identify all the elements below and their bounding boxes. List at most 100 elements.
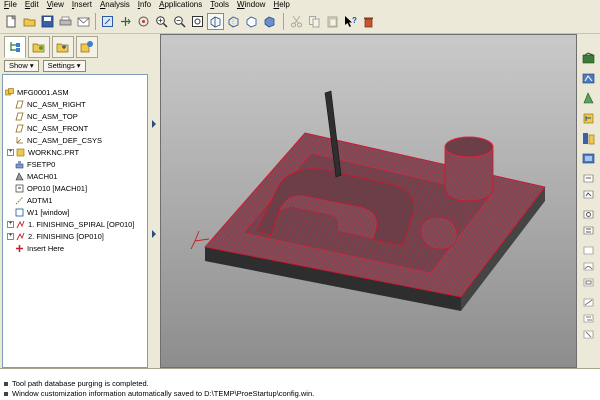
sequence-info-icon[interactable]	[580, 222, 597, 239]
orient-icon[interactable]	[135, 13, 152, 30]
wireframe-icon[interactable]	[207, 13, 224, 30]
menu-tools[interactable]: Tools	[206, 0, 233, 10]
mfg-setup-icon[interactable]	[580, 70, 597, 87]
datum-plane-icon	[15, 124, 24, 133]
trim-icon[interactable]	[580, 326, 597, 343]
material-removal-icon[interactable]	[580, 206, 597, 223]
mill-window-icon[interactable]	[580, 274, 597, 291]
new-file-icon[interactable]	[3, 13, 20, 30]
status-message-text: Tool path database purging is completed.	[12, 379, 149, 388]
tree-item-fixture[interactable]: FSETP0	[15, 159, 55, 170]
tree-item-label: OP010 [MACH01]	[27, 184, 88, 193]
whats-this-icon[interactable]: ?	[342, 13, 359, 30]
tree-item-datum-plane[interactable]: NC_ASM_FRONT	[15, 123, 88, 134]
menu-edit[interactable]: Edit	[21, 0, 43, 10]
menu-info[interactable]: Info	[134, 0, 155, 10]
tree-item-machine[interactable]: MACH01	[15, 171, 57, 182]
model-tree-icon[interactable]	[4, 36, 26, 58]
offset-icon[interactable]	[580, 310, 597, 327]
expand-toggle[interactable]: +	[7, 233, 14, 240]
menu-bar: File Edit View Insert Analysis Info Appl…	[0, 0, 600, 10]
side-bump	[420, 216, 458, 250]
menu-analysis[interactable]: Analysis	[96, 0, 134, 10]
menu-applications[interactable]: Applications	[155, 0, 206, 10]
tree-item-csys[interactable]: NC_ASM_DEF_CSYS	[15, 135, 102, 146]
status-message: Tool path database purging is completed.	[4, 379, 596, 389]
navigator-splitter[interactable]	[148, 36, 160, 368]
insert-here-icon	[15, 244, 24, 253]
mill-volume-icon[interactable]	[580, 242, 597, 259]
refit-icon[interactable]	[189, 13, 206, 30]
tree-item-datum-plane[interactable]: NC_ASM_RIGHT	[15, 99, 86, 110]
trash-icon[interactable]	[360, 13, 377, 30]
nc-check-icon[interactable]	[580, 170, 597, 187]
toolbar-separator	[95, 13, 96, 30]
tree-item-assembly[interactable]: MFG0001.ASM	[5, 87, 69, 98]
tree-item-toolpath[interactable]: + 2. FINISHING [OP010]	[7, 231, 104, 242]
gouge-check-icon[interactable]	[580, 186, 597, 203]
tree-item-part[interactable]: + WORKNC.PRT	[7, 147, 79, 158]
paste-icon[interactable]	[324, 13, 341, 30]
cut-icon[interactable]	[288, 13, 305, 30]
sketch-icon[interactable]	[580, 294, 597, 311]
save-icon[interactable]	[39, 13, 56, 30]
spin-center-icon[interactable]	[117, 13, 134, 30]
tree-item-insert-here[interactable]: Insert Here	[15, 243, 64, 254]
menu-file[interactable]: File	[0, 0, 21, 10]
workcell-icon[interactable]	[580, 110, 597, 127]
model-tree: MFG0001.ASM NC_ASM_RIGHT NC_ASM_TOP NC_A…	[2, 74, 148, 368]
menu-view[interactable]: View	[43, 0, 68, 10]
folder-browser-icon[interactable]	[28, 36, 50, 58]
repaint-icon[interactable]	[99, 13, 116, 30]
zoom-in-icon[interactable]	[153, 13, 170, 30]
tree-item-label: NC_ASM_RIGHT	[27, 100, 86, 109]
menu-window[interactable]: Window	[233, 0, 269, 10]
print-icon[interactable]	[57, 13, 74, 30]
menu-insert[interactable]: Insert	[68, 0, 96, 10]
navigator-tabs	[2, 36, 148, 58]
collapse-arrow-icon	[152, 230, 156, 238]
copy-icon[interactable]	[306, 13, 323, 30]
csys-icon	[15, 136, 24, 145]
toolbar-separator	[283, 13, 284, 30]
no-hidden-icon[interactable]	[243, 13, 260, 30]
datum-plane-icon	[15, 100, 24, 109]
menu-help[interactable]: Help	[269, 0, 293, 10]
tree-item-datum-axis[interactable]: ADTM1	[15, 195, 52, 206]
favorites-icon[interactable]	[52, 36, 74, 58]
email-icon[interactable]	[75, 13, 92, 30]
graphics-window[interactable]	[160, 34, 577, 368]
tree-item-datum-plane[interactable]: NC_ASM_TOP	[15, 111, 78, 122]
tree-item-label: Insert Here	[27, 244, 65, 253]
show-dropdown[interactable]: Show ▾	[4, 60, 39, 72]
settings-dropdown[interactable]: Settings ▾	[42, 60, 86, 72]
tree-item-label: WORKNC.PRT	[28, 148, 80, 157]
main-toolbar: ?	[0, 10, 600, 34]
navigator-controls: Show ▾ Settings ▾	[2, 58, 148, 74]
tree-item-toolpath[interactable]: + 1. FINISHING_SPIRAL [OP010]	[7, 219, 134, 230]
workpiece-model[interactable]	[190, 90, 546, 311]
tree-item-label: 2. FINISHING [OP010]	[28, 232, 104, 241]
window-icon	[15, 208, 24, 217]
bullet-icon	[4, 392, 8, 396]
refine-icon[interactable]	[580, 90, 597, 107]
tool-path-icon[interactable]	[580, 130, 597, 147]
shading-icon[interactable]	[261, 13, 278, 30]
hidden-line-icon[interactable]	[225, 13, 242, 30]
expand-toggle[interactable]: +	[7, 221, 14, 228]
connections-icon[interactable]	[76, 36, 98, 58]
tree-item-operation[interactable]: OP010 [MACH01]	[15, 183, 87, 194]
expand-toggle[interactable]: +	[7, 149, 14, 156]
zoom-out-icon[interactable]	[171, 13, 188, 30]
tree-item-label: 1. FINISHING_SPIRAL [OP010]	[28, 220, 135, 229]
tree-item-window[interactable]: W1 [window]	[15, 207, 70, 218]
svg-text:?: ?	[352, 16, 357, 25]
play-path-icon[interactable]	[580, 150, 597, 167]
bullet-icon	[4, 382, 8, 386]
status-message: Window customization information automat…	[4, 389, 596, 399]
part-icon	[16, 148, 25, 157]
tree-item-label: NC_ASM_DEF_CSYS	[27, 136, 103, 145]
mfg-model-icon[interactable]	[580, 50, 597, 67]
mill-surface-icon[interactable]	[580, 258, 597, 275]
open-file-icon[interactable]	[21, 13, 38, 30]
